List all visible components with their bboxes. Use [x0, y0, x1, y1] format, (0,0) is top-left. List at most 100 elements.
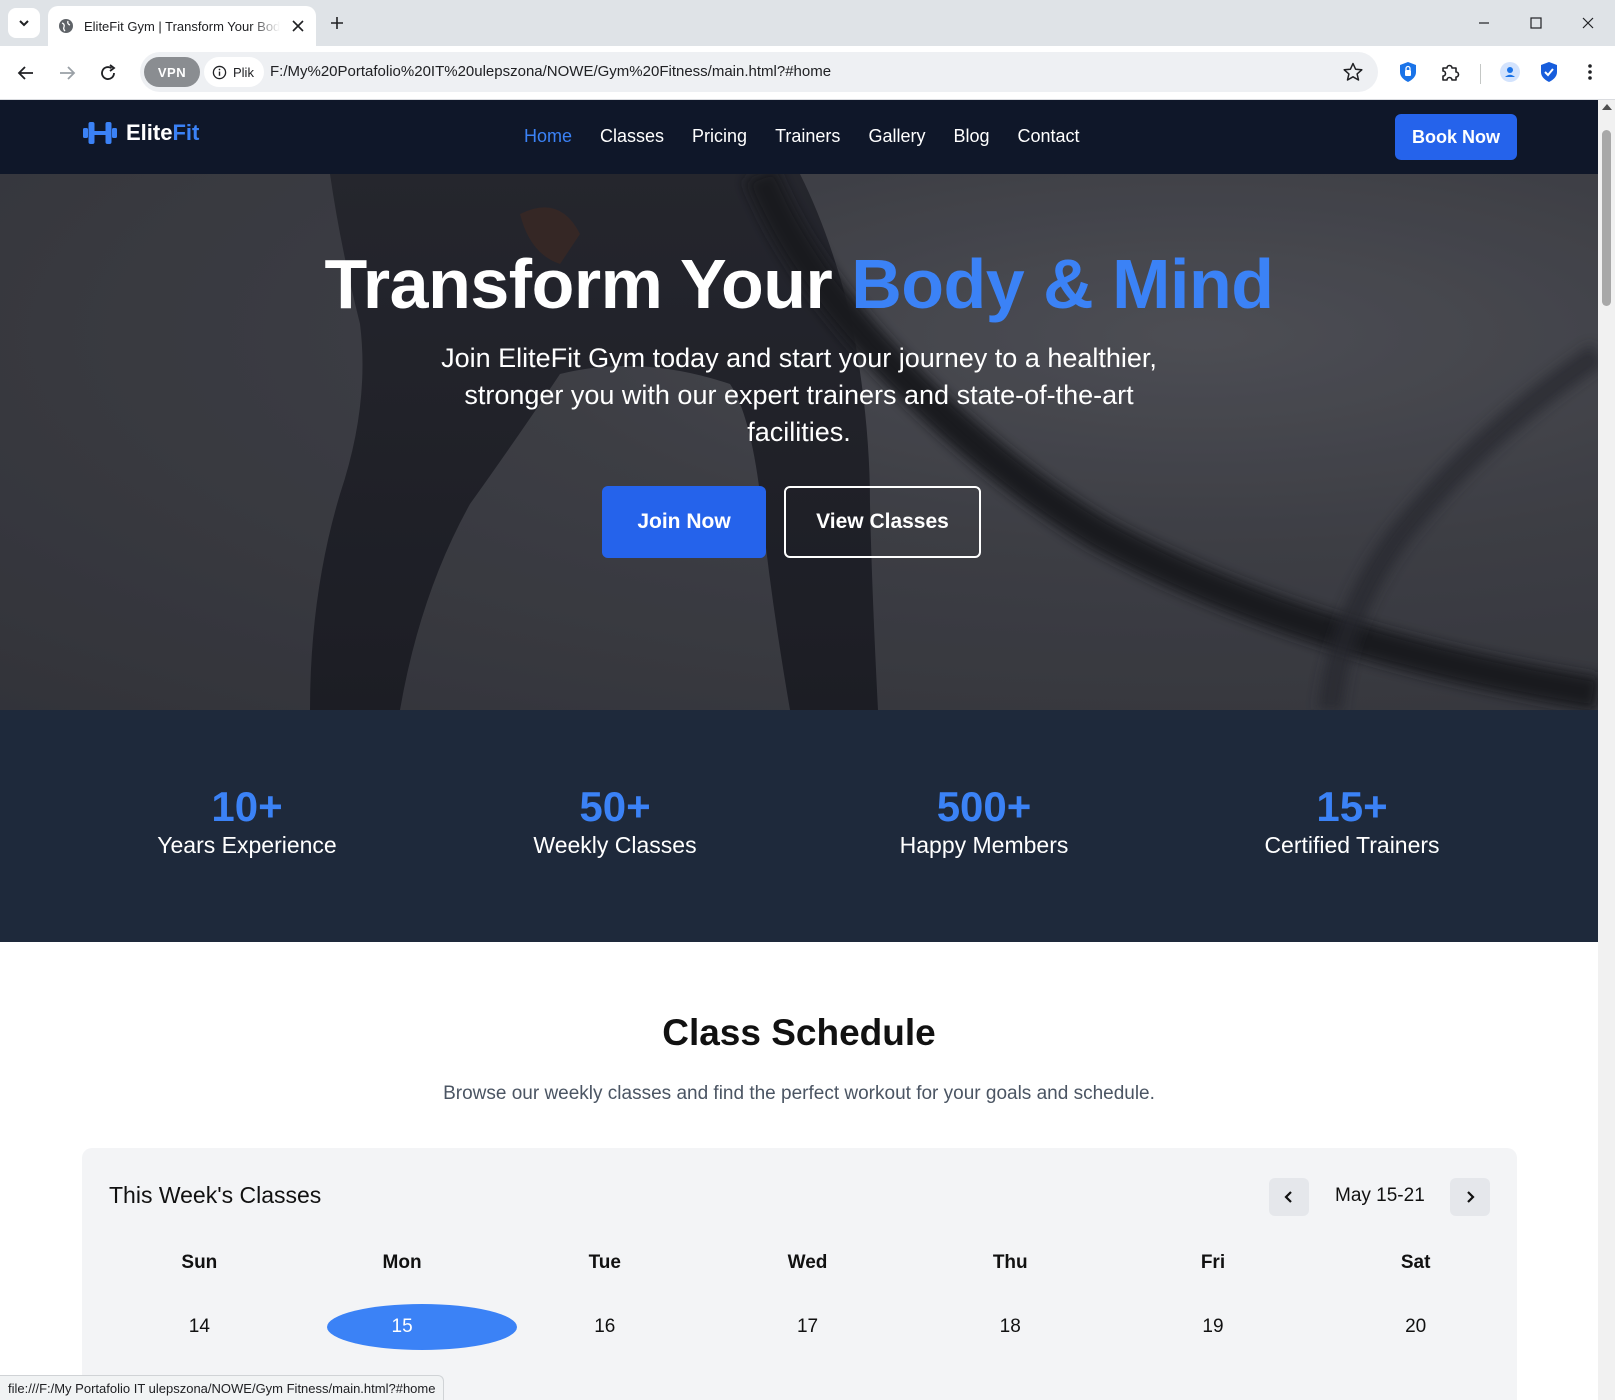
- date-cell-selected[interactable]: 15: [301, 1304, 517, 1350]
- stat-item: 50+ Weekly Classes: [465, 784, 765, 859]
- join-now-button[interactable]: Join Now: [602, 486, 766, 558]
- chevron-left-icon: [1281, 1189, 1297, 1205]
- forward-icon: [57, 63, 77, 83]
- hero-title-plain: Transform Your: [324, 245, 852, 323]
- chevron-right-icon: [1462, 1189, 1478, 1205]
- date-row: 14 15 16 17 18 19 20: [82, 1304, 1517, 1350]
- nav-link-pricing[interactable]: Pricing: [692, 126, 747, 147]
- brand-prefix: Elite: [126, 120, 173, 145]
- date-number: 17: [796, 1316, 819, 1337]
- star-icon[interactable]: [1342, 61, 1364, 83]
- dumbbell-icon: [82, 120, 118, 146]
- page-scrollbar[interactable]: [1598, 100, 1615, 1400]
- stat-label: Weekly Classes: [533, 832, 697, 858]
- scrollbar-thumb[interactable]: [1602, 130, 1611, 306]
- nav-link-trainers[interactable]: Trainers: [775, 126, 840, 147]
- date-number: 16: [594, 1316, 616, 1337]
- nav-link-gallery[interactable]: Gallery: [868, 126, 925, 147]
- chevron-down-icon: [17, 16, 31, 30]
- brand-logo[interactable]: EliteFit: [82, 120, 199, 146]
- address-bar[interactable]: VPN Plik F:/My%20Portafolio%20IT%20uleps…: [140, 52, 1378, 92]
- brand-name: EliteFit: [126, 120, 199, 146]
- stat-value: 50+: [579, 783, 651, 830]
- site-chip-label: Plik: [233, 64, 254, 80]
- scroll-up-arrow[interactable]: [1602, 104, 1612, 110]
- date-cell[interactable]: 19: [1112, 1304, 1315, 1350]
- back-icon: [16, 63, 36, 83]
- stat-item: 10+ Years Experience: [97, 784, 397, 859]
- close-window-button[interactable]: [1577, 12, 1599, 34]
- site-info-chip[interactable]: Plik: [204, 57, 264, 87]
- stat-value: 10+: [211, 783, 283, 830]
- stat-label: Years Experience: [157, 832, 337, 858]
- stats-section: 10+ Years Experience 50+ Weekly Classes …: [0, 710, 1598, 942]
- next-week-button[interactable]: [1450, 1178, 1490, 1216]
- forward-button[interactable]: [55, 61, 79, 85]
- shield-extension-icon[interactable]: [1396, 60, 1420, 84]
- date-cell[interactable]: 20: [1314, 1304, 1517, 1350]
- brand-suffix: Fit: [172, 120, 200, 145]
- puzzle-icon[interactable]: [1438, 60, 1462, 84]
- weekday-label: Mon: [382, 1252, 422, 1273]
- stat-value: 500+: [936, 783, 1032, 830]
- new-tab-button[interactable]: [326, 12, 348, 34]
- week-range: May 15-21: [1335, 1185, 1425, 1206]
- schedule-subtitle: Browse our weekly classes and find the p…: [443, 1083, 1155, 1104]
- globe-icon: [58, 18, 74, 34]
- weekday-header: Sun Mon Tue Wed Thu Fri Sat: [82, 1252, 1517, 1274]
- tab-search-button[interactable]: [8, 8, 40, 38]
- stat-item: 15+ Certified Trainers: [1202, 784, 1502, 859]
- toolbar-separator: [1480, 64, 1481, 84]
- vpn-badge[interactable]: VPN: [144, 57, 200, 87]
- weekday-label: Fri: [1200, 1252, 1226, 1273]
- url-text[interactable]: F:/My%20Portafolio%20IT%20ulepszona/NOWE…: [270, 63, 831, 80]
- hero-title-highlight: Body & Mind: [851, 245, 1274, 323]
- schedule-title: Class Schedule: [662, 1012, 936, 1053]
- kebab-menu-icon[interactable]: [1578, 60, 1602, 84]
- maximize-button[interactable]: [1525, 12, 1547, 34]
- reload-icon: [98, 63, 118, 83]
- date-number: 15: [391, 1316, 413, 1337]
- nav-link-classes[interactable]: Classes: [600, 126, 664, 147]
- stat-item: 500+ Happy Members: [834, 784, 1134, 859]
- date-number: 14: [188, 1316, 210, 1337]
- nav-link-contact[interactable]: Contact: [1017, 126, 1079, 147]
- nav-link-blog[interactable]: Blog: [953, 126, 989, 147]
- nav-link-home[interactable]: Home: [524, 126, 572, 147]
- main-navigation: Home Classes Pricing Trainers Gallery Bl…: [524, 126, 1108, 147]
- date-cell[interactable]: 16: [503, 1304, 706, 1350]
- close-icon[interactable]: [290, 18, 306, 34]
- previous-week-button[interactable]: [1269, 1178, 1309, 1216]
- date-number: 20: [1405, 1316, 1427, 1337]
- stat-label: Certified Trainers: [1264, 832, 1440, 858]
- reload-button[interactable]: [96, 61, 120, 85]
- active-tab[interactable]: EliteFit Gym | Transform Your Body: [48, 6, 316, 46]
- hero-section: Transform Your Body & Mind Join EliteFit…: [0, 174, 1598, 710]
- date-cell[interactable]: 17: [706, 1304, 909, 1350]
- date-cell[interactable]: 14: [98, 1304, 301, 1350]
- profile-icon[interactable]: [1498, 60, 1522, 84]
- weekly-calendar: This Week's Classes May 15-21 Sun Mon Tu…: [82, 1148, 1517, 1400]
- book-now-button[interactable]: Book Now: [1395, 114, 1517, 160]
- info-icon: [212, 65, 227, 80]
- weekday-label: Wed: [787, 1252, 828, 1273]
- back-button[interactable]: [14, 61, 38, 85]
- date-number: 19: [1202, 1316, 1224, 1337]
- minimize-icon: [1477, 16, 1491, 30]
- link-status-bubble: file:///F:/My Portafolio IT ulepszona/NO…: [0, 1375, 445, 1400]
- hero-subtitle: Join EliteFit Gym today and start your j…: [441, 343, 1157, 447]
- page-viewport: EliteFit Home Classes Pricing Trainers G…: [0, 100, 1598, 1400]
- stat-value: 15+: [1316, 783, 1388, 830]
- date-cell[interactable]: 18: [909, 1304, 1112, 1350]
- minimize-button[interactable]: [1473, 12, 1495, 34]
- stat-label: Happy Members: [899, 832, 1069, 858]
- browser-toolbar: VPN Plik F:/My%20Portafolio%20IT%20uleps…: [0, 46, 1615, 100]
- date-number: 18: [999, 1316, 1021, 1337]
- maximize-icon: [1529, 16, 1543, 30]
- bitwarden-icon[interactable]: [1537, 60, 1561, 84]
- browser-tab-strip: EliteFit Gym | Transform Your Body: [0, 0, 1615, 46]
- plus-icon: [329, 15, 345, 31]
- view-classes-button[interactable]: View Classes: [784, 486, 981, 558]
- weekday-label: Thu: [992, 1252, 1028, 1273]
- site-header: EliteFit Home Classes Pricing Trainers G…: [0, 100, 1598, 174]
